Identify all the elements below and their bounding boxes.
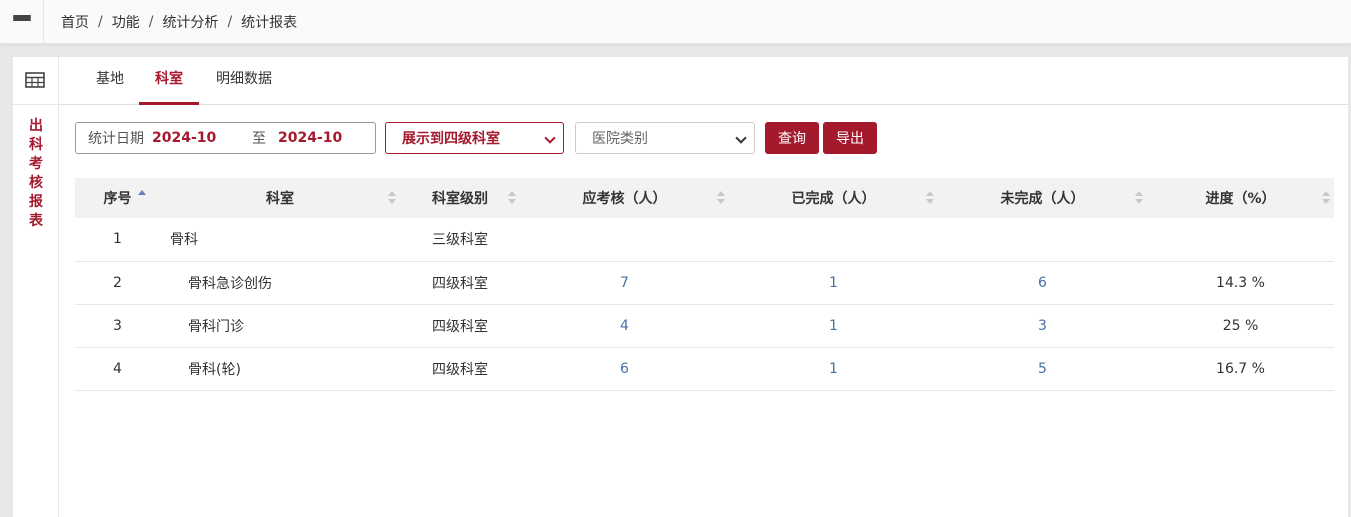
- cell-no: 3: [75, 304, 160, 348]
- level-select[interactable]: 展示到四级科室: [385, 122, 564, 154]
- title-char: 出: [29, 118, 43, 134]
- cell-required[interactable]: [520, 218, 729, 262]
- tab-base[interactable]: 基地: [85, 57, 135, 105]
- chevron-down-icon: [735, 132, 747, 144]
- report-table: 序号 科室 科室级别 应考核（人） 已完成（人） 未完成（人） 进度（%） 1 …: [75, 178, 1334, 391]
- report-card: 出 科 考 核 报 表 基地 科室 明细数据 统计日期 2024-10 至 20…: [12, 56, 1349, 517]
- tab-bar: 基地 科室 明细数据: [59, 57, 1348, 105]
- col-header-pending[interactable]: 未完成（人）: [938, 178, 1147, 218]
- title-char: 报: [29, 194, 43, 210]
- title-char: 表: [29, 213, 43, 229]
- cell-no: 4: [75, 347, 160, 391]
- hospital-type-select[interactable]: 医院类别: [575, 122, 755, 154]
- cell-no: 1: [75, 218, 160, 262]
- cell-pending[interactable]: 6: [938, 261, 1147, 305]
- top-bar: 首页 / 功能 / 统计分析 / 统计报表: [0, 0, 1351, 44]
- table-grid-icon[interactable]: [25, 72, 45, 88]
- cell-level: 三级科室: [400, 218, 520, 262]
- col-header-dept[interactable]: 科室: [160, 178, 400, 218]
- cell-progress: [1147, 218, 1334, 262]
- col-header-no[interactable]: 序号: [75, 178, 160, 218]
- export-button[interactable]: 导出: [823, 122, 877, 154]
- breadcrumb-statistics[interactable]: 统计分析: [162, 12, 218, 32]
- cell-dept: 骨科门诊: [160, 304, 400, 348]
- cell-completed[interactable]: [729, 218, 938, 262]
- breadcrumb-functions[interactable]: 功能: [112, 12, 140, 32]
- cell-dept: 骨科: [160, 218, 400, 262]
- table-row: 2 骨科急诊创伤 四级科室 7 1 6 14.3 %: [75, 261, 1334, 305]
- col-header-required[interactable]: 应考核（人）: [520, 178, 729, 218]
- cell-pending[interactable]: 3: [938, 304, 1147, 348]
- table-row: 1 骨科 三级科室: [75, 218, 1334, 262]
- title-char: 核: [29, 175, 43, 191]
- date-label: 统计日期: [88, 131, 144, 147]
- tab-department[interactable]: 科室: [139, 57, 199, 105]
- table-row: 4 骨科(轮) 四级科室 6 1 5 16.7 %: [75, 347, 1334, 391]
- tab-detail-data[interactable]: 明细数据: [209, 57, 279, 105]
- cell-required[interactable]: 6: [520, 347, 729, 391]
- breadcrumb-separator: /: [98, 14, 103, 30]
- sort-icon[interactable]: [1135, 191, 1143, 205]
- date-to-input[interactable]: 2024-10: [278, 130, 342, 146]
- cell-no: 2: [75, 261, 160, 305]
- breadcrumb-separator: /: [148, 14, 154, 30]
- date-range-field[interactable]: 统计日期 2024-10 至 2024-10: [75, 122, 376, 154]
- col-header-progress[interactable]: 进度（%）: [1147, 178, 1334, 218]
- cell-completed[interactable]: 1: [729, 261, 938, 305]
- breadcrumb: 首页 / 功能 / 统计分析 / 统计报表: [61, 0, 297, 44]
- hamburger-lines: [12, 15, 31, 29]
- cell-dept: 骨科急诊创伤: [160, 261, 400, 305]
- table-header-row: 序号 科室 科室级别 应考核（人） 已完成（人） 未完成（人） 进度（%）: [75, 178, 1334, 218]
- cell-completed[interactable]: 1: [729, 304, 938, 348]
- cell-level: 四级科室: [400, 347, 520, 391]
- cell-pending[interactable]: [938, 218, 1147, 262]
- sort-icon[interactable]: [508, 191, 516, 205]
- hamburger-menu-icon[interactable]: [0, 0, 44, 44]
- chevron-down-icon: [544, 132, 556, 144]
- title-char: 科: [29, 137, 43, 153]
- cell-required[interactable]: 7: [520, 261, 729, 305]
- level-select-value: 展示到四级科室: [402, 131, 500, 147]
- col-header-completed[interactable]: 已完成（人）: [729, 178, 938, 218]
- sort-icon[interactable]: [926, 191, 934, 205]
- breadcrumb-report: 统计报表: [241, 15, 298, 31]
- cell-required[interactable]: 4: [520, 304, 729, 348]
- date-from-input[interactable]: 2024-10: [152, 130, 252, 146]
- breadcrumb-home[interactable]: 首页: [61, 12, 89, 32]
- query-button[interactable]: 查询: [765, 122, 819, 154]
- cell-dept: 骨科(轮): [160, 347, 400, 391]
- table-row: 3 骨科门诊 四级科室 4 1 3 25 %: [75, 304, 1334, 348]
- cell-progress: 14.3 %: [1147, 261, 1334, 305]
- hospital-type-value: 医院类别: [592, 131, 648, 147]
- title-char: 考: [29, 156, 43, 172]
- cell-progress: 25 %: [1147, 304, 1334, 348]
- breadcrumb-separator: /: [227, 14, 233, 30]
- cell-progress: 16.7 %: [1147, 347, 1334, 391]
- sort-asc-icon[interactable]: [138, 190, 146, 204]
- left-rail: 出 科 考 核 报 表: [13, 57, 59, 517]
- cell-level: 四级科室: [400, 261, 520, 305]
- sort-icon[interactable]: [1322, 191, 1330, 205]
- cell-level: 四级科室: [400, 304, 520, 348]
- sort-icon[interactable]: [388, 191, 396, 205]
- cell-completed[interactable]: 1: [729, 347, 938, 391]
- sort-icon[interactable]: [717, 191, 725, 205]
- date-to-label: 至: [252, 131, 266, 147]
- rail-divider: [13, 104, 59, 105]
- col-header-level[interactable]: 科室级别: [400, 178, 520, 218]
- cell-pending[interactable]: 5: [938, 347, 1147, 391]
- vertical-report-title: 出 科 考 核 报 表: [13, 117, 59, 231]
